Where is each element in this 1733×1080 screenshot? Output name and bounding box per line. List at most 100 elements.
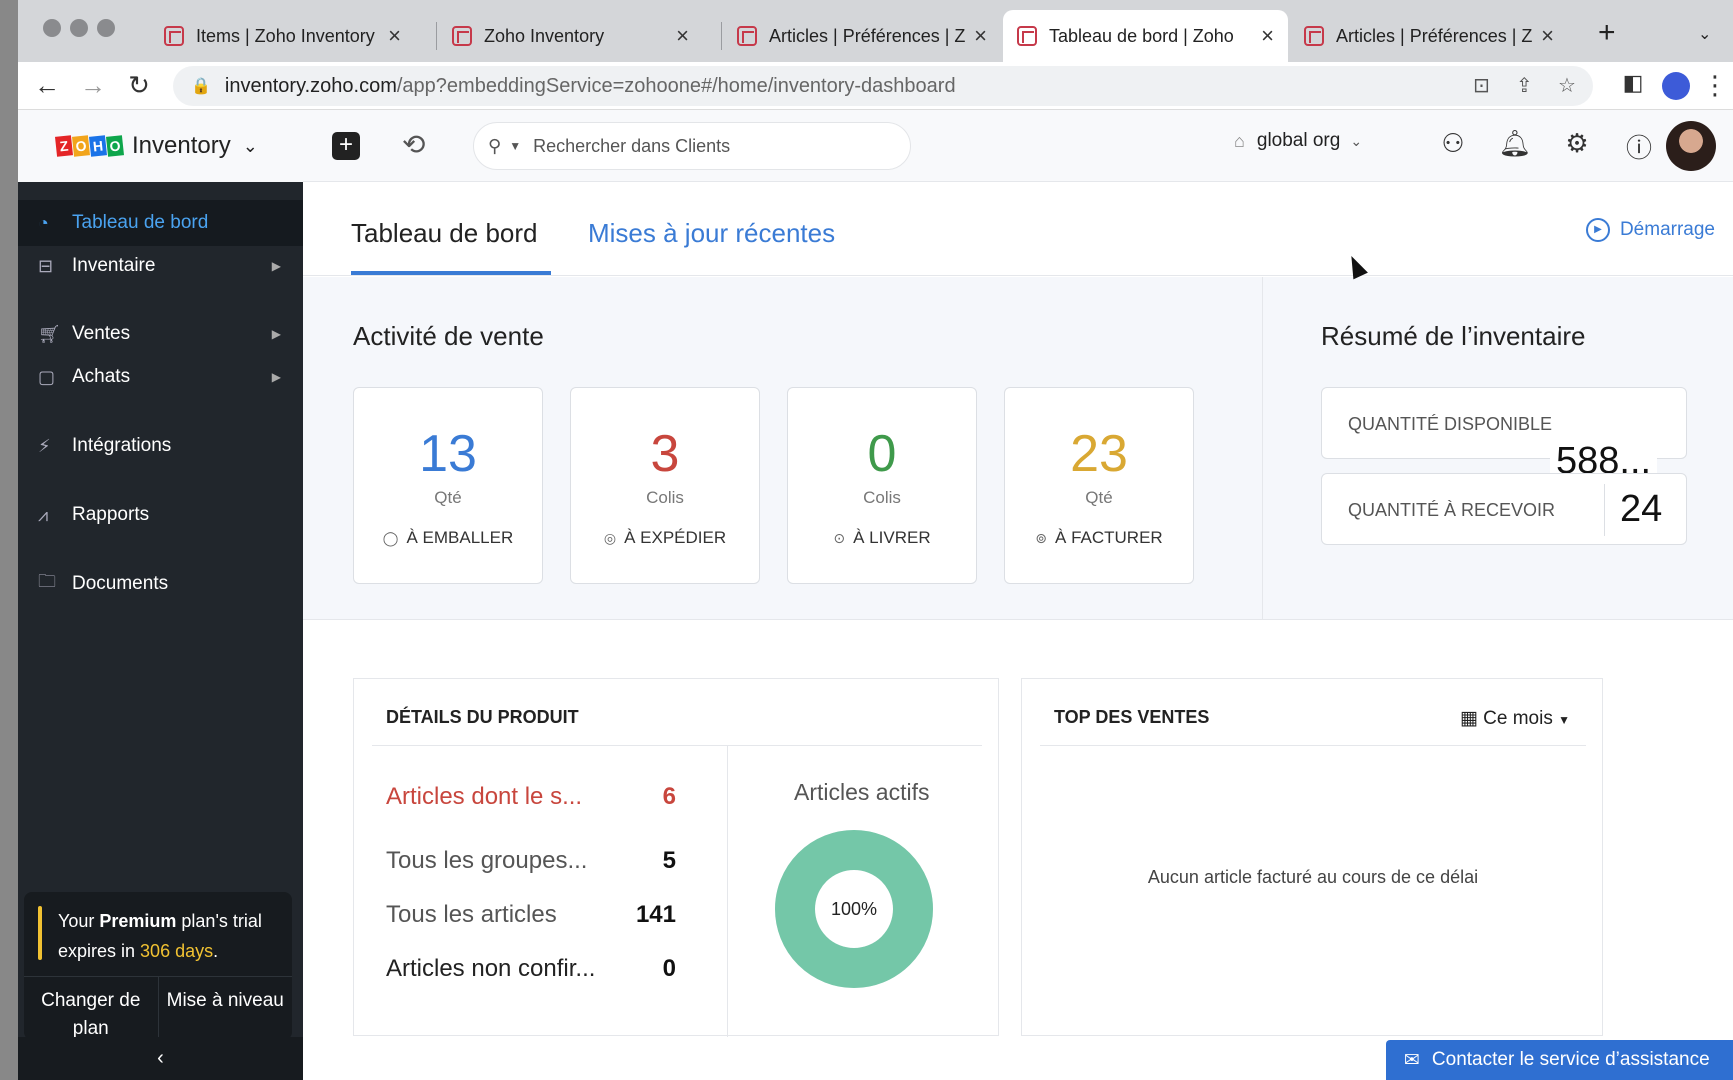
url-bar[interactable]: 🔒 inventory.zoho.com/app?embeddingServic… <box>173 66 1593 106</box>
product-row-low-stock[interactable]: Articles dont le s... 6 <box>386 783 676 811</box>
contact-support-button[interactable]: ✉ Contacter le service d’assistance <box>1386 1040 1733 1080</box>
chevron-left-icon: ‹ <box>157 1047 164 1069</box>
close-tab-icon[interactable]: × <box>1261 23 1274 49</box>
zoho-inventory-favicon-icon <box>1017 26 1037 46</box>
profile-avatar-icon[interactable] <box>1662 72 1690 100</box>
panel-title: TOP DES VENTES <box>1054 707 1210 727</box>
reload-icon[interactable]: ↻ <box>122 70 156 101</box>
empty-state-message: Aucun article facturé au cours de ce dél… <box>1147 867 1479 887</box>
browser-tab[interactable]: Items | Zoho Inventory × <box>150 10 415 62</box>
sidebar-item-purchases[interactable]: ▢ Achats ▶ <box>18 354 303 400</box>
browser-tab[interactable]: Articles | Préférences | Z × <box>723 10 1001 62</box>
play-circle-icon: ▶ <box>1585 218 1610 242</box>
divider <box>727 745 728 1037</box>
browser-tab-active[interactable]: Tableau de bord | Zoho × <box>1003 10 1288 62</box>
main-content: Tableau de bord Mises à jour récentes ▶ … <box>303 182 1733 1080</box>
quick-create-button[interactable]: + <box>332 132 360 160</box>
close-tab-icon[interactable]: × <box>1541 23 1554 49</box>
product-row-all-groups[interactable]: Tous les groupes... 5 <box>386 847 676 875</box>
back-icon[interactable]: ← <box>30 70 64 101</box>
zoho-logo-icon: Z O H O <box>54 135 125 157</box>
sidebar-item-integrations[interactable]: ⚡︎ Intégrations <box>18 423 303 469</box>
trial-text: Your <box>58 911 100 931</box>
active-items-percent: 100% <box>830 899 878 919</box>
sidebar-item-inventory[interactable]: ⊟ Inventaire ▶ <box>18 243 303 289</box>
check-circle-icon: ◯ <box>382 530 399 546</box>
zoom-window-button[interactable] <box>97 19 115 37</box>
app-header: Z O H O Inventory ⌄ + ⟲ ⚲ ▼ Rechercher d… <box>18 110 1733 182</box>
panel-title: DÉTAILS DU PRODUIT <box>386 707 579 727</box>
trial-banner: Your Premium plan's trial expires in 306… <box>24 892 292 1040</box>
close-tab-icon[interactable]: × <box>388 23 401 49</box>
sidebar-item-documents[interactable]: 🗀 Documents <box>18 561 303 607</box>
tab-recent-updates[interactable]: Mises à jour récentes <box>588 218 835 249</box>
browser-tab[interactable]: Articles | Préférences | Z × <box>1290 10 1568 62</box>
org-switcher[interactable]: ⌂ global org ⌄ <box>1234 130 1362 152</box>
inventory-summary-section: Résumé de l’inventaire QUANTITÉ DISPONIB… <box>1263 277 1733 620</box>
row-value: 6 <box>662 783 676 810</box>
sidebar-item-reports[interactable]: ⩘ Rapports <box>18 492 303 538</box>
sales-card-to-invoice[interactable]: 23 Qté ⊚ À FACTURER <box>1004 387 1194 584</box>
translate-icon[interactable]: ⊡ <box>1473 73 1490 98</box>
search-input[interactable]: ⚲ ▼ Rechercher dans Clients <box>473 122 911 170</box>
trial-days: 306 days <box>140 941 214 961</box>
product-row-unconfirmed[interactable]: Articles non confir... 0 <box>386 955 676 983</box>
collapse-sidebar-button[interactable]: ‹ <box>18 1037 303 1080</box>
sales-card-to-ship[interactable]: 3 Colis ◎ À EXPÉDIER <box>570 387 760 584</box>
sales-card-to-deliver[interactable]: 0 Colis ⊙ À LIVRER <box>787 387 977 584</box>
qty-available-box: QUANTITÉ DISPONIBLE 588... <box>1321 387 1687 483</box>
forward-icon[interactable]: → <box>76 70 110 101</box>
row-value: 141 <box>635 901 676 928</box>
row-label: Tous les articles <box>386 901 557 928</box>
tab-strip: Items | Zoho Inventory × Zoho Inventory … <box>18 0 1733 62</box>
trial-plan: Premium <box>99 911 177 931</box>
zoho-inventory-favicon-icon <box>164 26 184 46</box>
url-path: /app?embeddingService=zohoone#/home/inve… <box>396 74 956 97</box>
sidebar-item-label: Ventes <box>72 323 131 344</box>
tab-dashboard[interactable]: Tableau de bord <box>351 218 537 249</box>
period-dropdown[interactable]: ▦ Ce mois ▼ <box>1460 707 1570 730</box>
card-unit: Qté <box>1085 488 1113 507</box>
row-label: Tous les groupes... <box>386 847 588 874</box>
product-row-all-items[interactable]: Tous les articles 141 <box>386 901 676 929</box>
share-icon[interactable]: ⇪ <box>1516 73 1533 98</box>
settings-gear-icon[interactable]: ⚙ <box>1560 128 1594 159</box>
notifications-bell-icon[interactable]: 🔔︎ <box>1498 128 1532 159</box>
caret-down-icon: ▼ <box>1558 713 1570 727</box>
upgrade-button[interactable]: Mise à niveau <box>159 977 293 1040</box>
browser-tab[interactable]: Zoho Inventory × <box>438 10 703 62</box>
browser-window: Items | Zoho Inventory × Zoho Inventory … <box>18 0 1733 1080</box>
divider <box>372 745 982 746</box>
user-avatar[interactable] <box>1666 121 1716 171</box>
search-scope-dropdown-icon[interactable]: ▼ <box>509 139 521 153</box>
sidebar-toggle-icon[interactable]: ◧ <box>1616 70 1650 96</box>
zoho-inventory-favicon-icon <box>1304 26 1324 46</box>
plug-icon: ⚡︎ <box>38 435 51 456</box>
period-label: Ce mois <box>1483 708 1553 729</box>
sidebar: ◔ Tableau de bord ⊟ Inventaire ▶ 🛒︎ Vent… <box>18 182 303 1080</box>
app-switcher[interactable]: Z O H O Inventory ⌄ <box>18 110 303 182</box>
bookmark-star-icon[interactable]: ☆ <box>1558 73 1576 98</box>
browser-menu-icon[interactable]: ⋮ <box>1698 70 1732 101</box>
tab-search-chevron-icon[interactable]: ⌄ <box>1698 24 1711 44</box>
minimize-window-button[interactable] <box>70 19 88 37</box>
help-icon[interactable]: ⓘ <box>1622 128 1656 165</box>
close-tab-icon[interactable]: × <box>974 23 987 49</box>
getting-started-label: Démarrage <box>1619 219 1715 240</box>
trial-message: Your Premium plan's trial expires in 306… <box>58 906 283 966</box>
getting-started-link[interactable]: ▶ Démarrage <box>1585 218 1715 242</box>
folder-icon: 🗀 <box>38 571 56 591</box>
sidebar-item-dashboard[interactable]: ◔ Tableau de bord <box>18 200 303 246</box>
divider <box>1604 484 1605 536</box>
change-plan-button[interactable]: Changer de plan <box>24 977 159 1040</box>
card-label: À EXPÉDIER <box>624 528 727 547</box>
calendar-icon: ▦ <box>1459 708 1478 729</box>
users-icon[interactable]: ⚇ <box>1436 128 1470 159</box>
new-tab-button[interactable]: + <box>1598 16 1616 50</box>
close-tab-icon[interactable]: × <box>676 23 689 49</box>
sidebar-item-sales[interactable]: 🛒︎ Ventes ▶ <box>18 311 303 357</box>
history-icon[interactable]: ⟲ <box>402 128 425 161</box>
close-window-button[interactable] <box>43 19 61 37</box>
sales-card-to-pack[interactable]: 13 Qté ◯ À EMBALLER <box>353 387 543 584</box>
active-tab-underline <box>351 271 551 275</box>
